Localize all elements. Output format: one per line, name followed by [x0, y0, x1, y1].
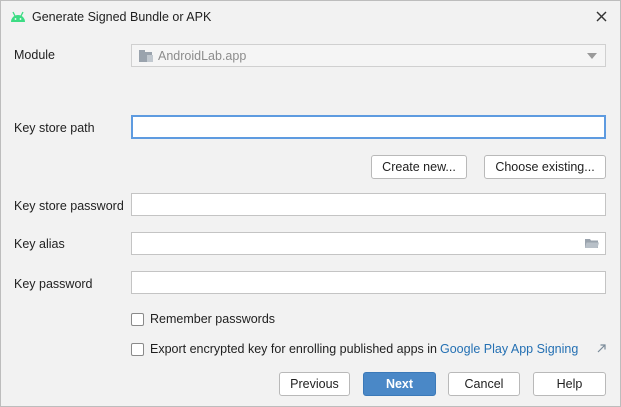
remember-passwords-row: Remember passwords: [131, 312, 275, 326]
next-button[interactable]: Next: [363, 372, 436, 396]
export-key-checkbox[interactable]: [131, 342, 144, 356]
export-key-row: Export encrypted key for enrolling publi…: [131, 342, 578, 356]
remember-passwords-checkbox[interactable]: [131, 312, 144, 326]
key-store-path-field-wrapper: [131, 115, 606, 139]
key-alias-label: Key alias: [14, 237, 65, 251]
key-alias-input[interactable]: [132, 233, 605, 254]
external-link-icon[interactable]: [597, 344, 606, 353]
chevron-down-icon: [587, 53, 597, 59]
close-icon: [596, 11, 606, 21]
create-new-button[interactable]: Create new...: [371, 155, 467, 179]
key-store-password-field-wrapper: [131, 193, 606, 216]
export-key-label: Export encrypted key for enrolling publi…: [150, 342, 437, 356]
key-password-input[interactable]: [132, 272, 605, 293]
android-icon: [11, 11, 25, 22]
folder-icon[interactable]: [585, 237, 599, 249]
key-store-path-label: Key store path: [14, 121, 95, 135]
module-select[interactable]: AndroidLab.app: [131, 44, 606, 67]
signed-bundle-dialog: Generate Signed Bundle or APK Module And…: [0, 0, 621, 407]
cancel-button[interactable]: Cancel: [448, 372, 520, 396]
key-store-path-input[interactable]: [133, 117, 604, 137]
help-button[interactable]: Help: [533, 372, 606, 396]
remember-passwords-label: Remember passwords: [150, 312, 276, 326]
key-password-label: Key password: [14, 277, 93, 291]
title-bar: Generate Signed Bundle or APK: [1, 1, 620, 33]
key-alias-field-wrapper: [131, 232, 606, 255]
key-store-password-label: Key store password: [14, 199, 124, 213]
google-play-app-signing-link[interactable]: Google Play App Signing: [440, 342, 578, 356]
key-password-field-wrapper: [131, 271, 606, 294]
close-button[interactable]: [588, 5, 614, 27]
module-label: Module: [14, 48, 55, 62]
choose-existing-button[interactable]: Choose existing...: [484, 155, 606, 179]
dialog-title: Generate Signed Bundle or APK: [32, 10, 212, 24]
module-value: AndroidLab.app: [158, 48, 247, 63]
key-store-password-input[interactable]: [132, 194, 605, 215]
previous-button[interactable]: Previous: [279, 372, 350, 396]
module-folder-icon: [139, 49, 153, 62]
